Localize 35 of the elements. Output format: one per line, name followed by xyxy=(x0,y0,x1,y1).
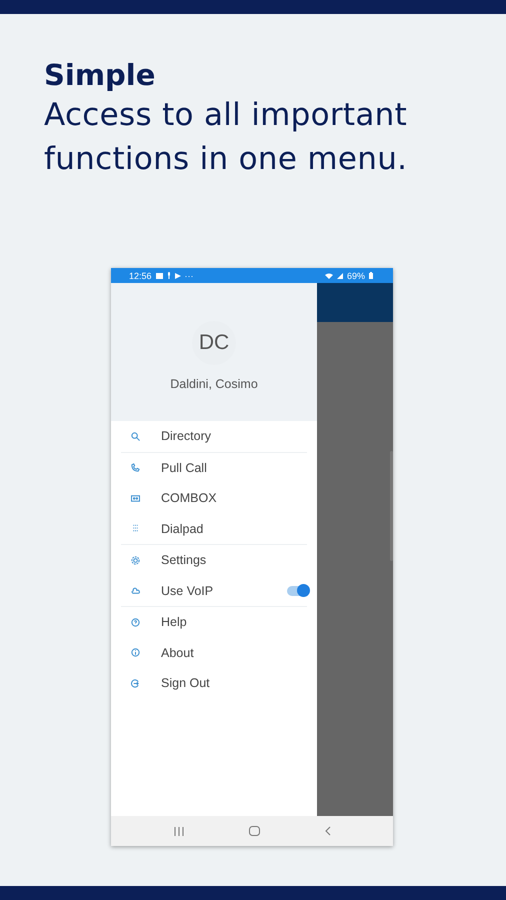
menu-item[interactable]: About xyxy=(121,638,307,668)
search-icon xyxy=(131,432,140,441)
microphone-icon xyxy=(166,272,171,279)
dialpad-icon xyxy=(131,524,140,534)
headline-title: Simple xyxy=(44,57,156,93)
voip-switch[interactable] xyxy=(287,586,307,596)
menu-item[interactable]: Pull Call xyxy=(121,452,307,483)
battery-icon xyxy=(369,272,373,279)
back-icon[interactable] xyxy=(324,826,330,836)
menu-item[interactable]: Directory xyxy=(121,421,307,452)
home-icon[interactable] xyxy=(248,826,260,836)
menu-item[interactable]: COMBOX xyxy=(121,483,307,514)
wifi-icon xyxy=(324,272,333,278)
sign-out-icon xyxy=(131,678,140,688)
menu-item[interactable]: Dialpad xyxy=(121,514,307,544)
phone-icon xyxy=(131,463,140,472)
status-time: 12:56 xyxy=(129,270,152,280)
help-icon xyxy=(131,618,140,627)
menu-item[interactable]: Use VoIP xyxy=(121,576,307,606)
cloud-icon xyxy=(131,586,140,596)
recent-apps-icon[interactable] xyxy=(174,826,184,836)
signal-icon xyxy=(336,272,343,278)
more-indicator: ··· xyxy=(184,270,194,280)
info-icon xyxy=(131,648,140,658)
battery-level: 69% xyxy=(346,270,365,280)
user-name: Daldini, Cosimo xyxy=(170,377,258,391)
menu-item[interactable]: Settings xyxy=(121,545,307,576)
settings-icon xyxy=(131,556,140,565)
voicemail-icon xyxy=(131,494,140,503)
headline-text: Access to all important xyxy=(44,96,408,135)
headline-text: functions in one menu. xyxy=(44,140,408,179)
menu-item[interactable]: Help xyxy=(121,607,307,638)
menu-item[interactable]: Sign Out xyxy=(121,668,307,698)
image-icon xyxy=(156,272,163,278)
play-icon xyxy=(174,272,181,278)
